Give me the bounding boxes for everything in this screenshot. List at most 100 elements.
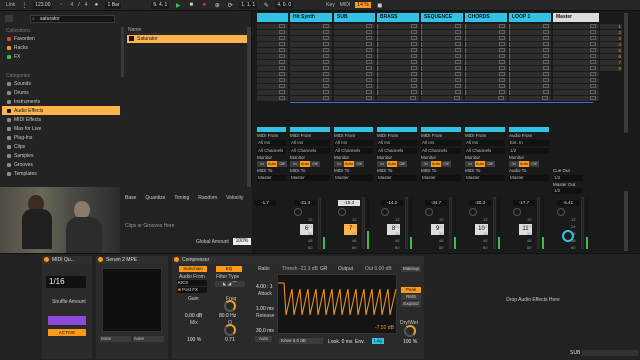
clip-stop-button[interactable] bbox=[543, 78, 549, 82]
browser-toggle-icon[interactable] bbox=[5, 15, 13, 22]
volume-fader[interactable] bbox=[405, 197, 408, 249]
pan-knob[interactable] bbox=[381, 208, 389, 216]
monitor-in-button[interactable]: In bbox=[290, 161, 300, 167]
volume-field[interactable]: -34.7 bbox=[425, 200, 447, 206]
clip-slot[interactable] bbox=[421, 36, 463, 41]
clip-slot[interactable] bbox=[334, 78, 375, 83]
track-header[interactable]: Master bbox=[553, 13, 599, 22]
input-source-chooser[interactable]: All Ins bbox=[421, 140, 461, 146]
input-source-chooser[interactable]: All Ins bbox=[290, 140, 330, 146]
groove-column-header[interactable]: Random bbox=[198, 195, 217, 201]
clip-slot[interactable] bbox=[290, 24, 332, 29]
category-item[interactable]: Plug-Ins bbox=[2, 133, 120, 142]
clip-stop-button[interactable] bbox=[411, 36, 417, 40]
q-value[interactable]: 0.71 bbox=[225, 337, 235, 343]
clip-stop-button[interactable] bbox=[543, 48, 549, 52]
shuffle-slider[interactable] bbox=[48, 316, 86, 325]
drywet-knob[interactable] bbox=[404, 325, 416, 337]
clip-slot[interactable] bbox=[257, 84, 288, 89]
clip-slot[interactable] bbox=[257, 72, 288, 77]
device-power-icon[interactable] bbox=[44, 257, 49, 262]
clip-slot[interactable] bbox=[465, 30, 507, 35]
clip-stop-button[interactable] bbox=[366, 96, 372, 100]
stop-icon[interactable]: ■ bbox=[187, 2, 195, 9]
clip-stop-button[interactable] bbox=[455, 72, 461, 76]
clip-stop-button[interactable] bbox=[543, 66, 549, 70]
input-source-chooser[interactable]: All Ins bbox=[257, 140, 286, 146]
clip-slot[interactable] bbox=[290, 72, 332, 77]
clip-slot[interactable] bbox=[421, 30, 463, 35]
clip-slot[interactable] bbox=[553, 90, 599, 95]
clip-stop-button[interactable] bbox=[499, 60, 505, 64]
collection-item[interactable]: Racks bbox=[2, 43, 120, 52]
clip-stop-button[interactable] bbox=[323, 78, 329, 82]
volume-fader[interactable] bbox=[362, 197, 365, 249]
output-chooser[interactable]: Master bbox=[334, 175, 373, 181]
track-header[interactable] bbox=[257, 13, 288, 22]
clip-slot[interactable] bbox=[377, 84, 419, 89]
clip-slot[interactable] bbox=[553, 78, 599, 83]
clip-slot[interactable] bbox=[334, 30, 375, 35]
lookahead-field[interactable]: Look. 0 ms bbox=[328, 339, 352, 345]
clip-slot[interactable] bbox=[421, 60, 463, 65]
clip-slot[interactable] bbox=[421, 48, 463, 53]
clip-stop-button[interactable] bbox=[455, 54, 461, 58]
eq-toggle[interactable]: EQ bbox=[216, 266, 242, 272]
device-power-icon[interactable] bbox=[174, 257, 179, 262]
pan-knob[interactable] bbox=[338, 208, 346, 216]
clip-stop-button[interactable] bbox=[590, 96, 596, 100]
clip-stop-button[interactable] bbox=[366, 66, 372, 70]
signature-denominator[interactable]: 4 bbox=[85, 2, 88, 8]
clip-slot[interactable] bbox=[421, 54, 463, 59]
clip-stop-button[interactable] bbox=[366, 42, 372, 46]
monitor-off-button[interactable]: Off bbox=[441, 161, 451, 167]
clip-slot[interactable] bbox=[377, 54, 419, 59]
clip-stop-button[interactable] bbox=[455, 30, 461, 34]
audio-from-chooser[interactable]: KICK bbox=[177, 280, 207, 286]
macro-chooser-1[interactable]: none bbox=[100, 336, 131, 342]
clip-stop-button[interactable] bbox=[455, 78, 461, 82]
device-power-icon[interactable] bbox=[98, 257, 103, 262]
clip-slot[interactable] bbox=[257, 36, 288, 41]
clip-stop-button[interactable] bbox=[590, 54, 596, 58]
clip-slot[interactable] bbox=[377, 30, 419, 35]
clip-slot[interactable] bbox=[377, 72, 419, 77]
clip-stop-button[interactable] bbox=[543, 60, 549, 64]
scene-launch-button[interactable]: 2 bbox=[600, 30, 622, 35]
clip-slot[interactable] bbox=[465, 90, 507, 95]
category-item[interactable]: MIDI Effects bbox=[2, 115, 120, 124]
clip-stop-button[interactable] bbox=[543, 24, 549, 28]
clip-stop-button[interactable] bbox=[454, 96, 460, 100]
quantize-menu[interactable]: 1 Bar bbox=[105, 1, 122, 9]
monitor-in-button[interactable]: In bbox=[257, 161, 267, 167]
clip-stop-button[interactable] bbox=[590, 36, 596, 40]
expand-toggle[interactable]: Expand bbox=[401, 301, 421, 307]
monitor-in-button[interactable]: In bbox=[509, 161, 519, 167]
browser-sidebar-scrollbar[interactable] bbox=[121, 27, 124, 77]
clip-slot[interactable] bbox=[290, 96, 332, 101]
clip-slot[interactable] bbox=[334, 90, 375, 95]
clip-slot[interactable] bbox=[290, 30, 332, 35]
monitor-off-button[interactable]: Off bbox=[485, 161, 495, 167]
clip-slot[interactable] bbox=[509, 90, 551, 95]
clip-stop-button[interactable] bbox=[279, 66, 285, 70]
monitor-auto-button[interactable]: Auto bbox=[300, 161, 310, 167]
clip-stop-button[interactable] bbox=[411, 24, 417, 28]
clip-slot[interactable] bbox=[509, 42, 551, 47]
midi-map-button[interactable]: MIDI bbox=[340, 2, 351, 8]
clip-stop-button[interactable] bbox=[455, 60, 461, 64]
clip-slot[interactable] bbox=[290, 78, 332, 83]
clip-stop-button[interactable] bbox=[590, 66, 596, 70]
clip-slot[interactable] bbox=[509, 48, 551, 53]
category-item[interactable]: Templates bbox=[2, 169, 120, 178]
clip-stop-button[interactable] bbox=[279, 48, 285, 52]
knee-field[interactable]: Knee 6.0 dB bbox=[279, 338, 323, 344]
clip-slot[interactable] bbox=[465, 78, 507, 83]
clip-slot[interactable] bbox=[509, 72, 551, 77]
track-header[interactable]: BRASS bbox=[377, 13, 419, 22]
clip-slot[interactable] bbox=[465, 42, 507, 47]
clip-slot[interactable] bbox=[421, 24, 463, 29]
clip-slot[interactable] bbox=[334, 84, 375, 89]
clip-slot[interactable] bbox=[465, 60, 507, 65]
clip-stop-button[interactable] bbox=[455, 66, 461, 70]
